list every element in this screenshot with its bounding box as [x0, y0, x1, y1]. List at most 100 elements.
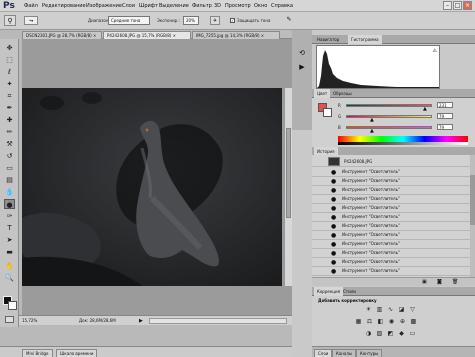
shape-tool-icon[interactable]: ▬ [4, 247, 15, 257]
slider-b-value[interactable]: 79 [437, 124, 453, 130]
grayscale-ramp[interactable] [338, 142, 468, 145]
vertical-scrollbar[interactable] [284, 88, 292, 286]
threshold-icon[interactable]: ◩ [386, 330, 395, 338]
maximize-button[interactable]: □ [453, 1, 462, 10]
history-step[interactable]: ● Инструмент "Осветлитель" [312, 267, 470, 276]
quick-select-tool-icon[interactable]: ✦ [4, 79, 15, 89]
tab-document-2[interactable]: P4242608.JPG @ 15,7% (RGB/8) × [103, 31, 191, 39]
history-step[interactable]: ● Инструмент "Осветлитель" [312, 204, 470, 213]
posterize-icon[interactable]: ▨ [375, 330, 384, 338]
hand-tool-icon[interactable]: ✋ [4, 261, 15, 271]
menu-view[interactable]: Просмотр [225, 3, 251, 9]
vibrance-icon[interactable]: ▽ [408, 306, 417, 314]
scrollbar-thumb[interactable] [286, 128, 291, 218]
history-step[interactable]: ● Инструмент "Осветлитель" [312, 222, 470, 231]
tool-preset-picker[interactable]: ⚲ [4, 15, 16, 26]
history-step[interactable]: ● Инструмент "Осветлитель" [312, 168, 470, 177]
eyedropper-tool-icon[interactable]: ✒ [4, 103, 15, 113]
blur-tool-icon[interactable]: 💧 [4, 187, 15, 197]
slider-g-track[interactable] [346, 115, 432, 118]
exposure-field[interactable]: 20% [183, 16, 199, 25]
tab-timeline[interactable]: Шкала времени [56, 349, 98, 357]
horizontal-scrollbar[interactable] [149, 318, 287, 324]
gradient-map-icon[interactable]: ▭ [408, 330, 417, 338]
zoom-tool-icon[interactable]: 🔍 [4, 273, 15, 283]
background-color-swatch[interactable] [8, 301, 17, 310]
tab-layers[interactable]: Слои [314, 349, 333, 357]
slider-g-thumb[interactable]: ▲ [370, 118, 374, 123]
slider-r-thumb[interactable]: ▲ [423, 107, 427, 112]
crop-tool-icon[interactable]: ⌗ [4, 91, 15, 101]
history-step[interactable]: ● Инструмент "Осветлитель" [312, 177, 470, 186]
history-step[interactable]: ● Инструмент "Осветлитель" [312, 213, 470, 222]
eraser-tool-icon[interactable]: ▭ [4, 163, 15, 173]
range-select[interactable]: Средние тона [108, 16, 150, 25]
menu-3d[interactable]: 3D [214, 3, 221, 9]
healing-brush-tool-icon[interactable]: ✚ [4, 115, 15, 125]
channel-mixer-icon[interactable]: ⊕ [398, 318, 407, 326]
history-panel-icon[interactable]: ⟲ [297, 48, 307, 58]
history-step[interactable]: ● Инструмент "Осветлитель" [312, 186, 470, 195]
curves-icon[interactable]: ∿ [386, 306, 395, 314]
zoom-level[interactable]: 15,72% [22, 318, 37, 323]
menu-edit[interactable]: Редактирование [42, 3, 86, 9]
tab-channels[interactable]: Каналы [332, 349, 357, 357]
color-balance-icon[interactable]: ⚖ [365, 318, 374, 326]
pressure-size-icon[interactable]: ✎ [284, 16, 294, 25]
brush-size-picker[interactable]: •▾ [24, 16, 38, 25]
tab-document-3[interactable]: IMG_7255.jpg @ 14,3% (RGB/8) × [192, 31, 280, 39]
color-lookup-icon[interactable]: ▩ [409, 318, 418, 326]
menu-image[interactable]: Изображение [86, 3, 122, 9]
selective-color-icon[interactable]: ◆ [397, 330, 406, 338]
menu-filter[interactable]: Фильтр [192, 3, 212, 9]
exposure-icon[interactable]: ◪ [397, 306, 406, 314]
quick-mask-icon[interactable] [5, 316, 14, 323]
tab-paths[interactable]: Контуры [356, 349, 383, 357]
close-button[interactable]: × [463, 1, 472, 10]
menu-select[interactable]: Выделение [159, 3, 189, 9]
brush-tool-icon[interactable]: ✏ [4, 127, 15, 137]
trash-icon[interactable]: 🗑 [452, 279, 460, 286]
tab-color[interactable]: Цвет [314, 89, 331, 98]
black-white-icon[interactable]: ◧ [376, 318, 385, 326]
slider-r-track[interactable] [346, 104, 432, 107]
tab-histogram[interactable]: Гистограмма [348, 35, 382, 44]
airbrush-icon[interactable]: ✈ [210, 16, 220, 25]
status-menu-arrow-icon[interactable]: ▶ [139, 318, 145, 324]
menu-file[interactable]: Файл [24, 3, 38, 9]
hue-saturation-icon[interactable]: ▦ [354, 318, 363, 326]
tab-adjustments[interactable]: Коррекция [314, 287, 343, 296]
tab-document-1[interactable]: DSCN2301.JPG @ 28,7% (RGB/8) × [22, 31, 102, 39]
tab-mini-bridge[interactable]: Mini Bridge [22, 349, 53, 357]
pen-tool-icon[interactable]: ✑ [4, 211, 15, 221]
new-document-icon[interactable]: ▣ [422, 279, 430, 286]
slider-g-value[interactable]: 79 [437, 113, 453, 119]
history-step[interactable]: ● Инструмент "Осветлитель" [312, 240, 470, 249]
protect-tones-checkbox[interactable]: ✓ [230, 18, 235, 23]
clone-stamp-tool-icon[interactable]: ⚒ [4, 139, 15, 149]
menu-window[interactable]: Окно [254, 3, 267, 9]
menu-layers[interactable]: Слои [122, 3, 135, 9]
brightness-icon[interactable]: ☀ [364, 306, 373, 314]
history-scrollbar[interactable] [470, 155, 475, 277]
path-selection-tool-icon[interactable]: ➤ [4, 235, 15, 245]
gradient-tool-icon[interactable]: ▤ [4, 175, 15, 185]
photo-filter-icon[interactable]: ◉ [387, 318, 396, 326]
type-tool-icon[interactable]: T [4, 223, 15, 233]
history-step[interactable]: ● Инструмент "Осветлитель" [312, 231, 470, 240]
minimize-button[interactable]: – [443, 1, 452, 10]
color-background-swatch[interactable] [323, 108, 332, 117]
history-scrollbar-thumb[interactable] [470, 175, 475, 225]
menu-type[interactable]: Шрифт [139, 3, 158, 9]
history-step[interactable]: ● Инструмент "Осветлитель" [312, 195, 470, 204]
menu-help[interactable]: Справка [271, 3, 293, 9]
slider-r-value[interactable]: 231 [437, 102, 453, 108]
history-snapshot[interactable]: P4242608.JPG [312, 156, 470, 167]
marquee-tool-icon[interactable]: ⬚ [4, 55, 15, 65]
levels-icon[interactable]: ▥ [375, 306, 384, 314]
tab-swatches[interactable]: Образцы [330, 89, 355, 98]
dodge-tool-icon[interactable]: ● [4, 199, 15, 209]
history-step[interactable]: ● Инструмент "Осветлитель" [312, 249, 470, 258]
tab-styles[interactable]: Стили [340, 287, 359, 296]
history-brush-tool-icon[interactable]: ↺ [4, 151, 15, 161]
